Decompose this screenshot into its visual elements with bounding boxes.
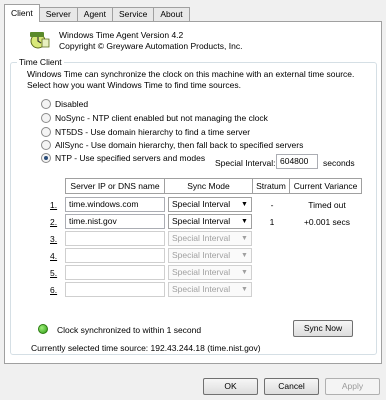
server-input-5[interactable]	[65, 265, 165, 280]
special-interval-label: Special Interval:	[215, 158, 276, 168]
radio-label: NoSync - NTP client enabled but not mana…	[55, 113, 268, 123]
sync-mode-select-4: Special Interval ▼	[168, 248, 252, 263]
radio-button[interactable]	[41, 140, 51, 150]
radio-button[interactable]	[41, 99, 51, 109]
sync-mode-value: Special Interval	[172, 250, 231, 260]
tab-strip: Client Server Agent Service About	[4, 4, 190, 22]
sync-status-text: Clock synchronized to within 1 second	[57, 325, 202, 335]
time-agent-logo-icon	[30, 32, 50, 49]
radio-nosync[interactable]: NoSync - NTP client enabled but not mana…	[41, 112, 268, 124]
tab-server[interactable]: Server	[38, 7, 78, 22]
sync-mode-select-6: Special Interval ▼	[168, 282, 252, 297]
stratum-value: 1	[269, 217, 275, 227]
group-title: Time Client	[17, 57, 64, 67]
special-interval-input[interactable]: 604800	[276, 154, 318, 169]
radio-button[interactable]	[41, 127, 51, 137]
radio-button[interactable]	[41, 113, 51, 123]
sync-mode-select-1[interactable]: Special Interval ▼	[168, 197, 252, 212]
row-number: 4.	[50, 251, 58, 261]
dropdown-arrow-icon: ▼	[241, 235, 248, 242]
sync-mode-value: Special Interval	[172, 233, 231, 243]
column-header-stratum: Stratum	[252, 178, 290, 194]
tab-agent[interactable]: Agent	[76, 7, 113, 22]
dropdown-arrow-icon: ▼	[241, 252, 248, 259]
radio-label: NTP - Use specified servers and modes	[55, 153, 206, 163]
server-input-3[interactable]	[65, 231, 165, 246]
sync-mode-value: Special Interval	[172, 199, 231, 209]
sync-now-button[interactable]: Sync Now	[293, 320, 353, 337]
row-number: 3.	[50, 234, 58, 244]
radio-ntp[interactable]: NTP - Use specified servers and modes	[41, 152, 205, 164]
dropdown-arrow-icon: ▼	[241, 269, 248, 276]
tab-client[interactable]: Client	[4, 4, 40, 22]
stratum-value: -	[270, 200, 274, 210]
current-time-source: Currently selected time source: 192.43.2…	[31, 343, 261, 353]
tab-about[interactable]: About	[153, 7, 190, 22]
dropdown-arrow-icon: ▼	[241, 218, 248, 225]
sync-mode-value: Special Interval	[172, 284, 231, 294]
product-info: Windows Time Agent Version 4.2 Copyright…	[59, 30, 242, 52]
row-number: 5.	[50, 268, 58, 278]
sync-mode-select-5: Special Interval ▼	[168, 265, 252, 280]
client-tab-pane: Windows Time Agent Version 4.2 Copyright…	[4, 21, 382, 364]
server-input-2[interactable]: time.nist.gov	[65, 214, 165, 229]
radio-nt5ds[interactable]: NT5DS - Use domain hierarchy to find a t…	[41, 126, 250, 138]
dropdown-arrow-icon: ▼	[241, 201, 248, 208]
ok-button[interactable]: OK	[203, 378, 258, 395]
sync-mode-select-3: Special Interval ▼	[168, 231, 252, 246]
variance-value: +0.001 secs	[303, 217, 351, 227]
dropdown-arrow-icon: ▼	[241, 286, 248, 293]
radio-label: NT5DS - Use domain hierarchy to find a t…	[55, 127, 251, 137]
radio-label: AllSync - Use domain hierarchy, then fal…	[55, 140, 304, 150]
row-number: 6.	[50, 285, 58, 295]
radio-allsync[interactable]: AllSync - Use domain hierarchy, then fal…	[41, 139, 303, 151]
radio-disabled[interactable]: Disabled	[41, 98, 88, 110]
tab-service[interactable]: Service	[112, 7, 155, 22]
radio-label: Disabled	[55, 99, 89, 109]
intro-text: Windows Time can synchronize the clock o…	[27, 69, 355, 90]
sync-mode-select-2[interactable]: Special Interval ▼	[168, 214, 252, 229]
server-input-6[interactable]	[65, 282, 165, 297]
variance-value: Timed out	[308, 200, 346, 210]
sync-mode-value: Special Interval	[172, 216, 231, 226]
apply-button[interactable]: Apply	[325, 378, 380, 395]
cancel-button[interactable]: Cancel	[264, 378, 319, 395]
column-header-variance: Current Variance	[289, 178, 362, 194]
copyright-text: Copyright © Greyware Automation Products…	[59, 41, 243, 51]
sync-mode-value: Special Interval	[172, 267, 231, 277]
row-number: 2.	[50, 217, 58, 227]
row-number: 1.	[50, 200, 58, 210]
column-header-server: Server IP or DNS name	[65, 178, 165, 194]
special-interval-unit: seconds	[323, 158, 355, 168]
product-title: Windows Time Agent Version 4.2	[59, 30, 184, 40]
column-header-sync-mode: Sync Mode	[164, 178, 253, 194]
server-input-4[interactable]	[65, 248, 165, 263]
radio-button-checked[interactable]	[41, 153, 51, 163]
sync-status-icon	[38, 324, 48, 334]
server-input-1[interactable]: time.windows.com	[65, 197, 165, 212]
